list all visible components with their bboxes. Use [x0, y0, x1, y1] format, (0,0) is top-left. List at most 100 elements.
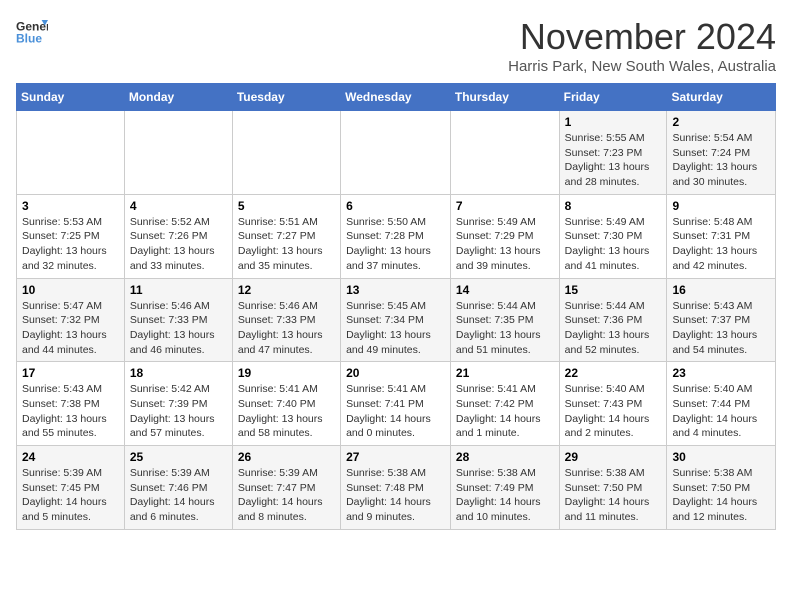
calendar-cell: 7Sunrise: 5:49 AMSunset: 7:29 PMDaylight…: [450, 194, 559, 278]
calendar-week-5: 24 Sunrise: 5:39 AMSunset: 7:45 PMDayligh…: [17, 446, 776, 530]
day-number: 8: [565, 199, 662, 213]
day-number: 16: [672, 283, 770, 297]
day-info: Sunrise: 5:39 AMSunset: 7:45 PMDaylight:…: [22, 466, 119, 525]
day-info: Sunrise: 5:52 AMSunset: 7:26 PMDaylight:…: [130, 215, 227, 274]
day-info: Sunrise: 5:38 AMSunset: 7:49 PMDaylight:…: [456, 466, 554, 525]
calendar-cell: 2 Sunrise: 5:54 AMSunset: 7:24 PMDaylight…: [667, 111, 776, 195]
calendar-cell: 22Sunrise: 5:40 AMSunset: 7:43 PMDayligh…: [559, 362, 667, 446]
day-number: 11: [130, 283, 227, 297]
day-number: 28: [456, 450, 554, 464]
calendar-cell: 23Sunrise: 5:40 AMSunset: 7:44 PMDayligh…: [667, 362, 776, 446]
day-number: 6: [346, 199, 445, 213]
calendar-cell: 29 Sunrise: 5:38 AMSunset: 7:50 PMDayligh…: [559, 446, 667, 530]
day-info: Sunrise: 5:53 AMSunset: 7:25 PMDaylight:…: [22, 215, 119, 274]
calendar-cell: [17, 111, 125, 195]
logo-icon: General Blue: [16, 16, 48, 48]
day-number: 3: [22, 199, 119, 213]
calendar-cell: 21 Sunrise: 5:41 AMSunset: 7:42 PMDayligh…: [450, 362, 559, 446]
day-info: Sunrise: 5:45 AMSunset: 7:34 PMDaylight:…: [346, 299, 445, 358]
calendar-cell: [341, 111, 451, 195]
page-header: General Blue November 2024 Harris Park, …: [16, 16, 776, 75]
calendar-cell: 4 Sunrise: 5:52 AMSunset: 7:26 PMDaylight…: [124, 194, 232, 278]
calendar-cell: 20 Sunrise: 5:41 AMSunset: 7:41 PMDayligh…: [341, 362, 451, 446]
day-info: Sunrise: 5:55 AMSunset: 7:23 PMDaylight:…: [565, 131, 662, 190]
calendar-cell: 14 Sunrise: 5:44 AMSunset: 7:35 PMDayligh…: [450, 278, 559, 362]
calendar-cell: 8Sunrise: 5:49 AMSunset: 7:30 PMDaylight…: [559, 194, 667, 278]
day-info: Sunrise: 5:44 AMSunset: 7:36 PMDaylight:…: [565, 299, 662, 358]
calendar-week-1: 1 Sunrise: 5:55 AMSunset: 7:23 PMDaylight…: [17, 111, 776, 195]
calendar-cell: 9Sunrise: 5:48 AMSunset: 7:31 PMDaylight…: [667, 194, 776, 278]
day-info: Sunrise: 5:47 AMSunset: 7:32 PMDaylight:…: [22, 299, 119, 358]
day-number: 30: [672, 450, 770, 464]
day-info: Sunrise: 5:42 AMSunset: 7:39 PMDaylight:…: [130, 382, 227, 441]
calendar-week-3: 10 Sunrise: 5:47 AMSunset: 7:32 PMDayligh…: [17, 278, 776, 362]
day-number: 21: [456, 366, 554, 380]
day-info: Sunrise: 5:44 AMSunset: 7:35 PMDaylight:…: [456, 299, 554, 358]
day-number: 4: [130, 199, 227, 213]
weekday-header-tuesday: Tuesday: [232, 84, 340, 111]
day-number: 25: [130, 450, 227, 464]
weekday-header-wednesday: Wednesday: [341, 84, 451, 111]
day-number: 1: [565, 115, 662, 129]
day-number: 17: [22, 366, 119, 380]
month-title: November 2024: [508, 16, 776, 58]
svg-text:Blue: Blue: [16, 31, 42, 45]
day-info: Sunrise: 5:39 AMSunset: 7:46 PMDaylight:…: [130, 466, 227, 525]
day-info: Sunrise: 5:41 AMSunset: 7:40 PMDaylight:…: [238, 382, 335, 441]
weekday-header-monday: Monday: [124, 84, 232, 111]
calendar-cell: [124, 111, 232, 195]
weekday-header-sunday: Sunday: [17, 84, 125, 111]
day-info: Sunrise: 5:54 AMSunset: 7:24 PMDaylight:…: [672, 131, 770, 190]
day-number: 20: [346, 366, 445, 380]
calendar-cell: 27Sunrise: 5:38 AMSunset: 7:48 PMDayligh…: [341, 446, 451, 530]
calendar-cell: 28 Sunrise: 5:38 AMSunset: 7:49 PMDayligh…: [450, 446, 559, 530]
calendar-cell: 15 Sunrise: 5:44 AMSunset: 7:36 PMDayligh…: [559, 278, 667, 362]
day-info: Sunrise: 5:50 AMSunset: 7:28 PMDaylight:…: [346, 215, 445, 274]
day-number: 14: [456, 283, 554, 297]
day-number: 19: [238, 366, 335, 380]
day-number: 24: [22, 450, 119, 464]
day-number: 12: [238, 283, 335, 297]
calendar-cell: 10 Sunrise: 5:47 AMSunset: 7:32 PMDayligh…: [17, 278, 125, 362]
calendar-cell: 16 Sunrise: 5:43 AMSunset: 7:37 PMDayligh…: [667, 278, 776, 362]
calendar-cell: 24 Sunrise: 5:39 AMSunset: 7:45 PMDayligh…: [17, 446, 125, 530]
calendar-cell: 30Sunrise: 5:38 AMSunset: 7:50 PMDayligh…: [667, 446, 776, 530]
calendar-cell: 17 Sunrise: 5:43 AMSunset: 7:38 PMDayligh…: [17, 362, 125, 446]
calendar-cell: 19 Sunrise: 5:41 AMSunset: 7:40 PMDayligh…: [232, 362, 340, 446]
day-number: 29: [565, 450, 662, 464]
day-number: 5: [238, 199, 335, 213]
location-subtitle: Harris Park, New South Wales, Australia: [508, 58, 776, 75]
calendar-cell: 11Sunrise: 5:46 AMSunset: 7:33 PMDayligh…: [124, 278, 232, 362]
calendar-cell: 18 Sunrise: 5:42 AMSunset: 7:39 PMDayligh…: [124, 362, 232, 446]
day-info: Sunrise: 5:43 AMSunset: 7:37 PMDaylight:…: [672, 299, 770, 358]
day-number: 10: [22, 283, 119, 297]
day-number: 13: [346, 283, 445, 297]
weekday-header-thursday: Thursday: [450, 84, 559, 111]
day-info: Sunrise: 5:39 AMSunset: 7:47 PMDaylight:…: [238, 466, 335, 525]
calendar-table: SundayMondayTuesdayWednesdayThursdayFrid…: [16, 83, 776, 530]
calendar-cell: 12Sunrise: 5:46 AMSunset: 7:33 PMDayligh…: [232, 278, 340, 362]
day-info: Sunrise: 5:40 AMSunset: 7:43 PMDaylight:…: [565, 382, 662, 441]
day-info: Sunrise: 5:38 AMSunset: 7:50 PMDaylight:…: [565, 466, 662, 525]
day-number: 2: [672, 115, 770, 129]
calendar-cell: 25 Sunrise: 5:39 AMSunset: 7:46 PMDayligh…: [124, 446, 232, 530]
day-number: 18: [130, 366, 227, 380]
day-info: Sunrise: 5:41 AMSunset: 7:42 PMDaylight:…: [456, 382, 554, 441]
day-info: Sunrise: 5:51 AMSunset: 7:27 PMDaylight:…: [238, 215, 335, 274]
calendar-cell: 3 Sunrise: 5:53 AMSunset: 7:25 PMDaylight…: [17, 194, 125, 278]
day-number: 15: [565, 283, 662, 297]
day-info: Sunrise: 5:49 AMSunset: 7:29 PMDaylight:…: [456, 215, 554, 274]
day-info: Sunrise: 5:41 AMSunset: 7:41 PMDaylight:…: [346, 382, 445, 441]
weekday-header-saturday: Saturday: [667, 84, 776, 111]
title-block: November 2024 Harris Park, New South Wal…: [508, 16, 776, 75]
day-number: 9: [672, 199, 770, 213]
calendar-cell: 1 Sunrise: 5:55 AMSunset: 7:23 PMDaylight…: [559, 111, 667, 195]
calendar-week-2: 3 Sunrise: 5:53 AMSunset: 7:25 PMDaylight…: [17, 194, 776, 278]
day-info: Sunrise: 5:43 AMSunset: 7:38 PMDaylight:…: [22, 382, 119, 441]
calendar-cell: 5 Sunrise: 5:51 AMSunset: 7:27 PMDaylight…: [232, 194, 340, 278]
calendar-cell: [232, 111, 340, 195]
day-info: Sunrise: 5:40 AMSunset: 7:44 PMDaylight:…: [672, 382, 770, 441]
weekday-header-row: SundayMondayTuesdayWednesdayThursdayFrid…: [17, 84, 776, 111]
calendar-week-4: 17 Sunrise: 5:43 AMSunset: 7:38 PMDayligh…: [17, 362, 776, 446]
calendar-cell: [450, 111, 559, 195]
